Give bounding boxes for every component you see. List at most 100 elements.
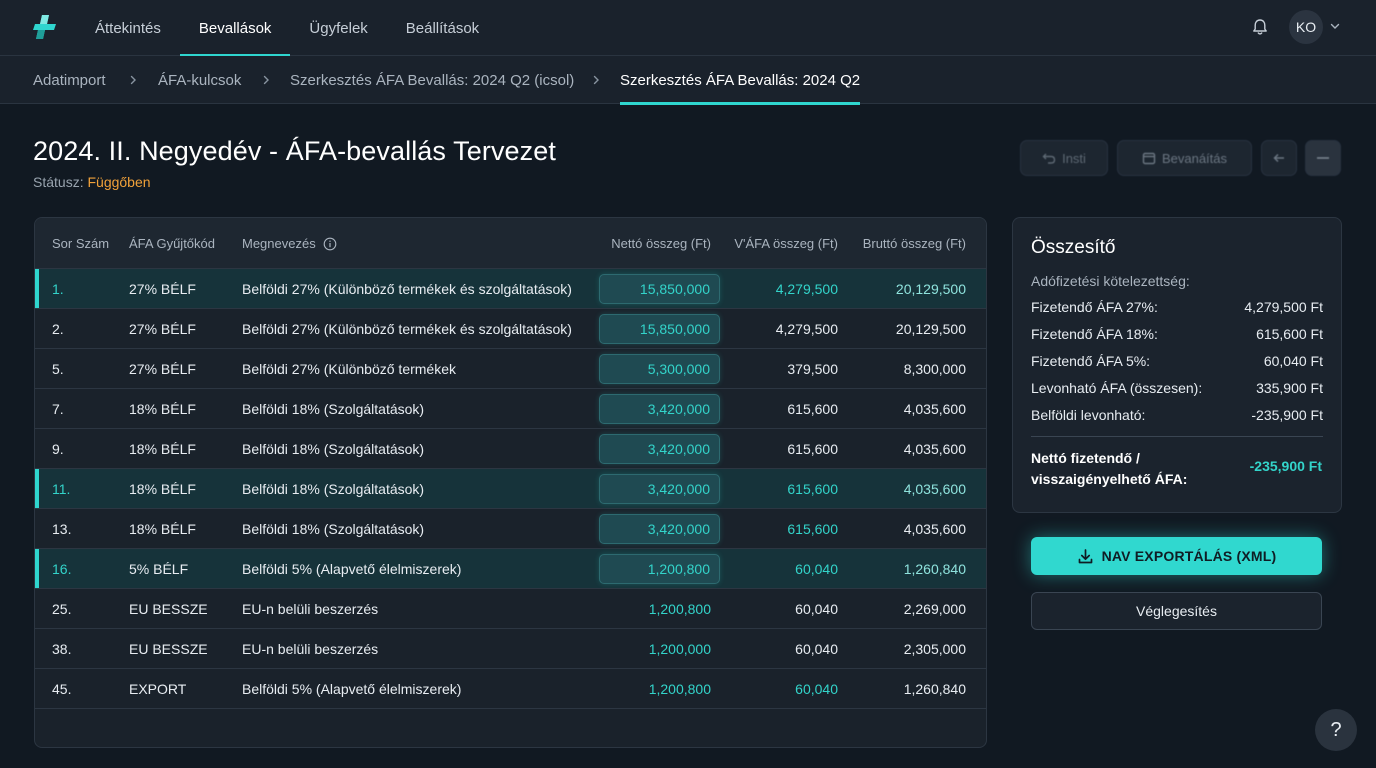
user-avatar[interactable]: KO xyxy=(1289,10,1323,44)
bell-icon[interactable] xyxy=(1250,17,1270,37)
summary-row-value: 60,040 Ft xyxy=(1263,353,1323,369)
net-amount-input[interactable]: 5,300,000 xyxy=(599,354,720,384)
col-header-code[interactable]: ÁFA Gyűjtőkód xyxy=(129,218,215,269)
chevron-down-icon[interactable] xyxy=(1329,20,1341,32)
summary-divider xyxy=(1031,436,1323,437)
table-row[interactable]: 5. 27% BÉLF Belföldi 27% (Különböző termék… xyxy=(35,349,986,389)
cell-vat-code: 27% BÉLF xyxy=(129,361,196,377)
table-row[interactable]: 25. EU BESSZE EU-n belüli beszerzés 1,200,8… xyxy=(35,589,986,629)
cell-vat-code: 18% BÉLF xyxy=(129,481,196,497)
cell-description: Belföldi 18% (Szolgáltatások) xyxy=(242,401,425,417)
col-header-net[interactable]: Nettó összeg (Ft) xyxy=(595,218,711,269)
net-amount-input[interactable]: 3,420,000 xyxy=(599,474,720,504)
col-header-name-label: Megnevezés xyxy=(242,236,316,251)
calendar-icon xyxy=(1142,152,1156,165)
app-logo-icon[interactable] xyxy=(30,12,60,42)
col-header-name[interactable]: Megnevezés xyxy=(242,218,337,269)
info-icon[interactable] xyxy=(323,237,337,251)
col-header-row[interactable]: Sor Szám xyxy=(52,218,109,269)
net-amount-input[interactable]: 15,850,000 xyxy=(599,314,720,344)
net-amount-input[interactable]: 15,850,000 xyxy=(599,274,720,304)
nav-item-settings[interactable]: Beállítások xyxy=(387,0,498,56)
cell-vat-code: 27% BÉLF xyxy=(129,321,196,337)
more-icon xyxy=(1317,157,1329,159)
nav-item-clients[interactable]: Ügyfelek xyxy=(290,0,386,56)
cell-description: Belföldi 18% (Szolgáltatások) xyxy=(242,521,425,537)
more-button[interactable] xyxy=(1305,140,1341,176)
net-amount-input[interactable]: 3,420,000 xyxy=(599,514,720,544)
col-header-gross[interactable]: Bruttó összeg (Ft) xyxy=(850,218,966,269)
cell-net-amount: 1,200,800 xyxy=(648,681,711,697)
back-button[interactable] xyxy=(1261,140,1297,176)
cell-description: Belföldi 27% (Különböző termékek xyxy=(242,361,457,377)
col-header-vat[interactable]: V'ÁFA összeg (Ft) xyxy=(725,218,838,269)
summary-row: Fizetendő ÁFA 27%: 4,279,500 Ft xyxy=(1031,299,1323,319)
breadcrumb-item-data-import[interactable]: Adatimport xyxy=(33,56,106,104)
help-button[interactable]: ? xyxy=(1315,709,1357,751)
cell-vat-amount: 615,600 xyxy=(787,441,838,457)
revert-label: Bevanáítás xyxy=(1161,150,1228,166)
top-navigation: Áttekintés Bevallások Ügyfelek Beállítás… xyxy=(0,0,1376,57)
cell-gross-amount: 4,035,600 xyxy=(903,401,966,417)
cell-net-amount: 1,200,800 xyxy=(648,601,711,617)
net-payable-label-line1: Nettó fizetendő / xyxy=(1031,450,1140,466)
status-label: Státusz: xyxy=(33,174,84,190)
cell-gross-amount: 20,129,500 xyxy=(895,321,966,337)
undo-icon xyxy=(1042,153,1056,164)
summary-row-value: -235,900 Ft xyxy=(1251,407,1323,423)
table-row[interactable]: 38. EU BESSZE EU-n belüli beszerzés 1,200,0… xyxy=(35,629,986,669)
page-title: 2024. II. Negyedév - ÁFA-bevallás Tervez… xyxy=(33,136,556,166)
cell-vat-code: 27% BÉLF xyxy=(129,281,196,297)
download-icon xyxy=(1078,548,1092,563)
chevron-right-icon xyxy=(593,75,599,85)
net-amount-input[interactable]: 3,420,000 xyxy=(599,434,720,464)
table-row[interactable]: 7. 18% BÉLF Belföldi 18% (Szolgáltatások) 3… xyxy=(35,389,986,429)
summary-row-label: Fizetendő ÁFA 18%: xyxy=(1031,326,1158,342)
net-amount-input[interactable]: 1,200,800 xyxy=(599,554,720,584)
table-row[interactable]: 13. 18% BÉLF Belföldi 18% (Szolgáltatások)… xyxy=(35,509,986,549)
table-row[interactable]: 9. 18% BÉLF Belföldi 18% (Szolgáltatások) 3… xyxy=(35,429,986,469)
summary-panel: Összesítő Adófizetési kötelezettség: Fiz… xyxy=(1012,217,1342,513)
summary-row-value: 335,900 Ft xyxy=(1256,380,1323,396)
finalize-button[interactable]: Véglegesítés xyxy=(1031,592,1322,630)
cell-vat-amount: 615,600 xyxy=(787,521,838,537)
breadcrumb-item-current[interactable]: Szerkesztés ÁFA Bevallás: 2024 Q2 xyxy=(620,56,861,105)
table-row[interactable]: 11. 18% BÉLF Belföldi 18% (Szolgáltatások)… xyxy=(35,469,986,509)
breadcrumb-item-edit-draft[interactable]: Szerkesztés ÁFA Bevallás: 2024 Q2 (icsol… xyxy=(290,56,574,104)
cell-vat-amount: 615,600 xyxy=(787,481,838,497)
cell-vat-amount: 60,040 xyxy=(795,561,838,577)
net-payable-label-line2: visszaigényelhető ÁFA: xyxy=(1031,471,1188,487)
cell-vat-code: EXPORT xyxy=(129,681,187,697)
cell-description: Belföldi 27% (Különböző termékek és szol… xyxy=(242,321,572,337)
cell-vat-amount: 60,040 xyxy=(795,681,838,697)
chevron-right-icon xyxy=(263,75,269,85)
cell-vat-amount: 379,500 xyxy=(787,361,838,377)
table-row[interactable]: 2. 27% BÉLF Belföldi 27% (Különböző termék… xyxy=(35,309,986,349)
net-payable-label: Nettó fizetendő / visszaigényelhető ÁFA: xyxy=(1031,448,1187,490)
nav-item-returns[interactable]: Bevallások xyxy=(179,0,291,57)
cell-gross-amount: 4,035,600 xyxy=(903,481,966,497)
summary-row-label: Fizetendő ÁFA 5%: xyxy=(1031,353,1151,369)
summary-row-label: Levonható ÁFA (összesen): xyxy=(1031,380,1203,396)
summary-row-label: Fizetendő ÁFA 27%: xyxy=(1031,299,1158,315)
nav-item-overview[interactable]: Áttekintés xyxy=(76,0,180,56)
cell-vat-code: 18% BÉLF xyxy=(129,441,196,457)
cell-gross-amount: 1,260,840 xyxy=(903,561,966,577)
cell-description: Belföldi 18% (Szolgáltatások) xyxy=(242,481,425,497)
cell-gross-amount: 20,129,500 xyxy=(895,281,966,297)
undo-button[interactable]: Insti xyxy=(1020,140,1108,176)
cell-gross-amount: 8,300,000 xyxy=(903,361,966,377)
status-line: Státusz: Függőben xyxy=(33,174,151,190)
table-row[interactable]: 45. EXPORT Belföldi 5% (Alapvető élelmisze… xyxy=(35,669,986,709)
net-amount-input[interactable]: 3,420,000 xyxy=(599,394,720,424)
cell-row-number: 13. xyxy=(52,521,72,537)
cell-gross-amount: 1,260,840 xyxy=(903,681,966,697)
breadcrumb-item-vat-rates[interactable]: ÁFA-kulcsok xyxy=(158,56,241,104)
table-row[interactable]: 16. 5% BÉLF Belföldi 5% (Alapvető élelmisz… xyxy=(35,549,986,589)
revert-button[interactable]: Bevanáítás xyxy=(1117,140,1252,176)
table-row[interactable]: 1. 27% BÉLF Belföldi 27% (Különböző termék… xyxy=(35,269,986,309)
nav-export-xml-button[interactable]: NAV EXPORTÁLÁS (XML) xyxy=(1031,537,1322,575)
cell-vat-amount: 615,600 xyxy=(787,401,838,417)
cell-gross-amount: 4,035,600 xyxy=(903,441,966,457)
cell-vat-amount: 4,279,500 xyxy=(775,321,838,337)
